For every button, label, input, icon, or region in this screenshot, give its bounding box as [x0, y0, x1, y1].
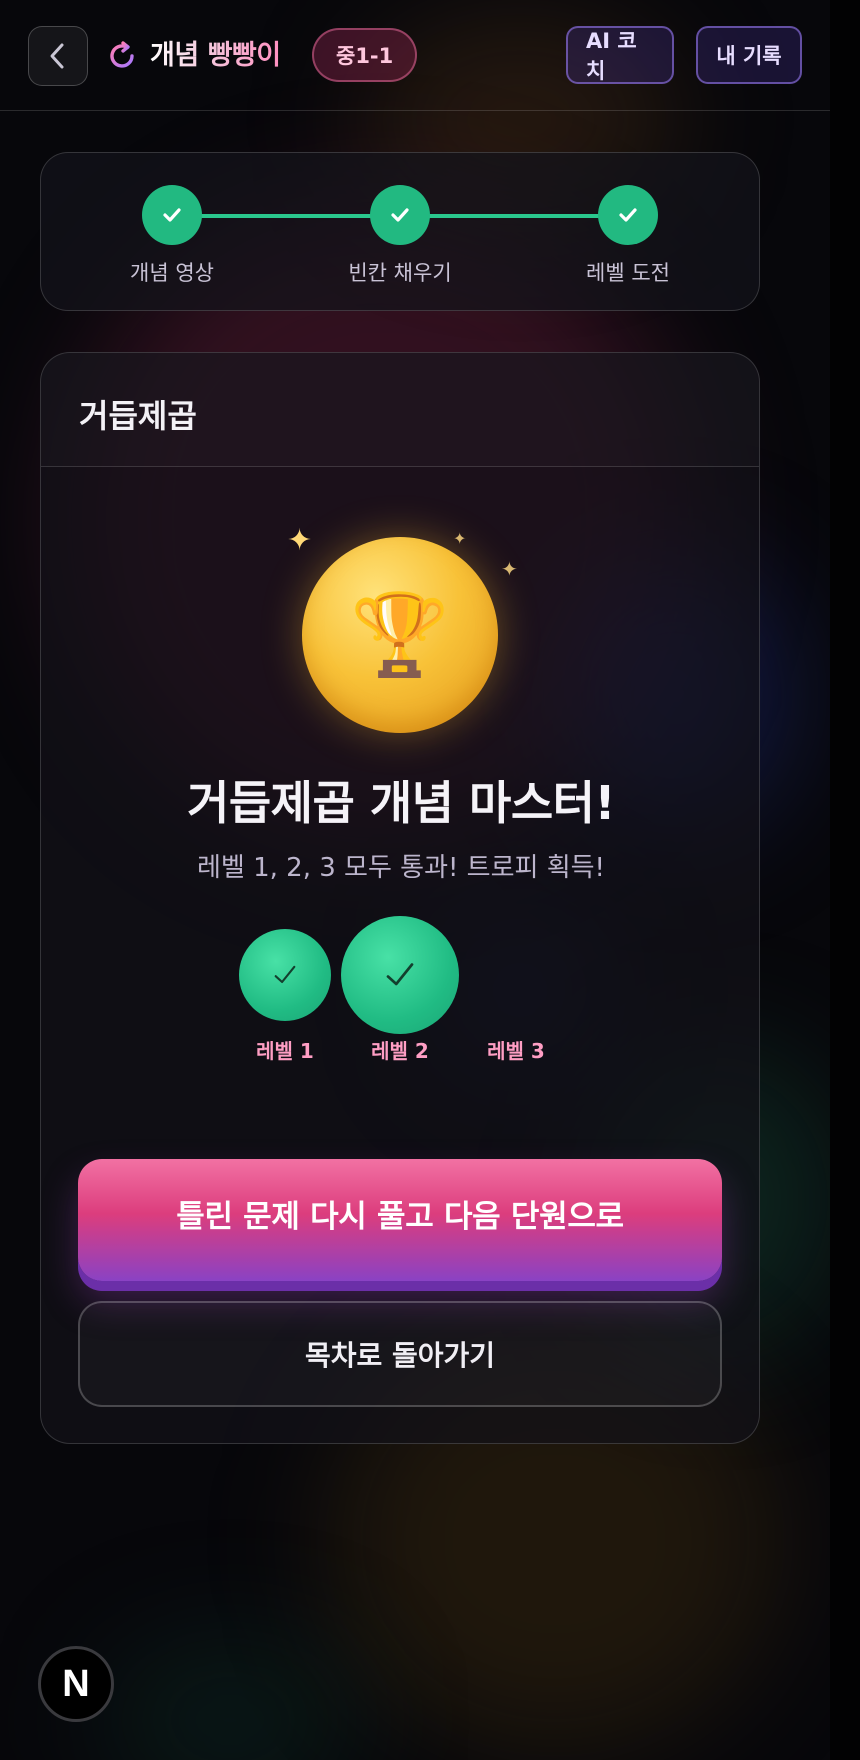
step-connector — [429, 214, 611, 218]
step-2-check — [370, 185, 430, 245]
ai-coach-button[interactable]: AI 코치 — [566, 26, 674, 84]
trophy-badge: 🏆 — [302, 537, 498, 733]
progress-stepper: 개념 영상 빈칸 채우기 레벨 도전 — [40, 152, 760, 311]
dev-tools-badge[interactable]: N — [38, 1646, 114, 1722]
top-header: 개념 빵빵이 중1-1 AI 코치 내 기록 — [0, 0, 830, 111]
trophy-icon: 🏆 — [350, 588, 450, 681]
back-to-toc-button[interactable]: 목차로 돌아가기 — [78, 1301, 722, 1407]
back-button[interactable] — [28, 26, 88, 86]
refresh-icon — [110, 41, 134, 68]
step-connector — [201, 214, 383, 218]
step-1-label: 개념 영상 — [130, 261, 214, 285]
check-icon — [391, 208, 409, 222]
check-icon — [163, 208, 181, 222]
check-icon — [386, 963, 414, 986]
level-1-label: 레벨 1 — [256, 1039, 314, 1063]
mastery-title: 거듭제곱 개념 마스터! — [187, 776, 615, 830]
sparkle-icon: ✦ — [453, 529, 467, 548]
step-3-check — [598, 185, 658, 245]
step-1-check — [142, 185, 202, 245]
level-1-badge — [239, 929, 331, 1021]
check-icon — [619, 208, 637, 222]
page: 개념 빵빵이 중1-1 AI 코치 내 기록 개념 영상 빈칸 채우기 레벨 도… — [0, 0, 860, 1760]
card-title: 거듭제곱 — [79, 397, 197, 435]
check-icon — [274, 965, 296, 984]
sparkle-icon: ✦ — [287, 523, 313, 558]
result-card: 거듭제곱 ✦ ✦ ✦ 🏆 거듭제곱 개념 마스터! 레벨 1, 2, 3 모두 … — [40, 352, 760, 1444]
app-title: 개념 빵빵이 — [150, 33, 281, 72]
sparkle-icon: ✦ — [501, 557, 518, 581]
my-record-button[interactable]: 내 기록 — [696, 26, 802, 84]
step-3-label: 레벨 도전 — [586, 261, 670, 285]
step-2-label: 빈칸 채우기 — [348, 261, 452, 285]
card-header: 거듭제곱 — [41, 353, 759, 467]
level-3-label: 레벨 3 — [487, 1039, 545, 1063]
unit-badge: 중1-1 — [312, 28, 418, 82]
back-arrow-icon — [50, 43, 64, 69]
level-2-badge — [341, 916, 459, 1034]
scrollbar-gutter — [830, 0, 860, 1760]
mastery-subtitle: 레벨 1, 2, 3 모두 통과! 트로피 획득! — [197, 853, 605, 883]
level-2-label: 레벨 2 — [371, 1039, 429, 1063]
retry-next-unit-button[interactable]: 틀린 문제 다시 풀고 다음 단원으로 — [78, 1159, 722, 1281]
